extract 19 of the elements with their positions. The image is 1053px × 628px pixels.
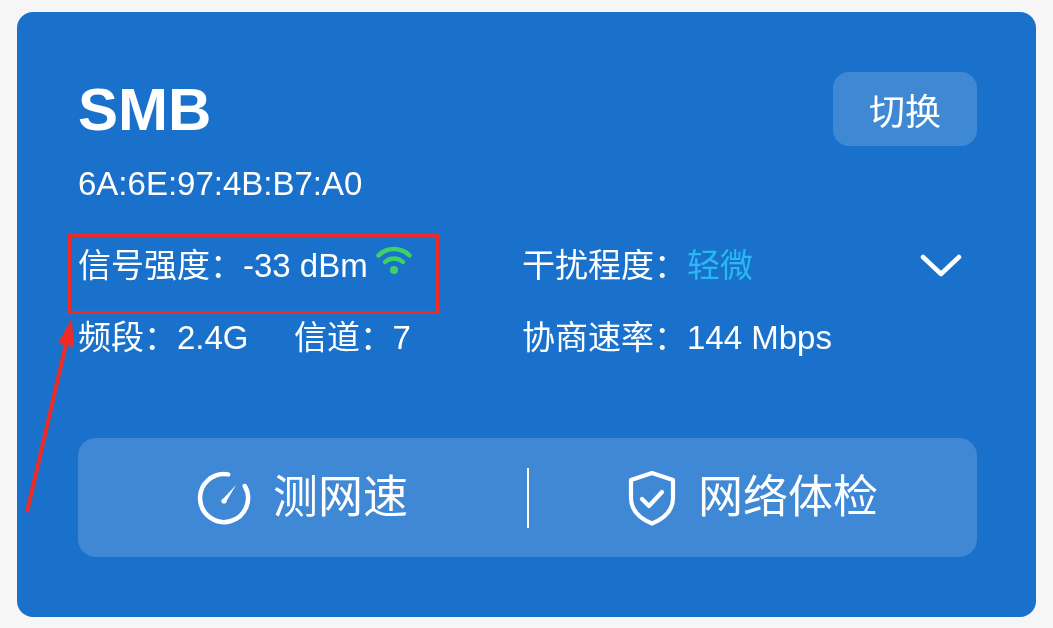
shield-check-icon [627, 469, 678, 526]
chevron-down-icon[interactable] [920, 254, 962, 278]
action-button[interactable]: 网络体检 [627, 468, 879, 527]
speedometer-icon [196, 469, 253, 526]
detail-label: 信道： [293, 318, 393, 358]
wifi-signal-icon [375, 245, 412, 275]
detail-label: 频段： [78, 318, 177, 358]
detail-label: 协商速率： [522, 318, 687, 358]
action-button[interactable]: 测网速 [196, 468, 409, 527]
detail-value: 7 [392, 318, 411, 358]
detail-label: 信号强度： [78, 246, 243, 286]
network-name: SMB [78, 75, 212, 145]
mac-address: 6A:6E:97:4B:B7:A0 [78, 165, 363, 203]
detail-value: -33 dBm [243, 246, 368, 286]
detail-value: 轻微 [687, 246, 753, 286]
detail-label: 干扰程度： [522, 246, 687, 286]
detail-value: 144 Mbps [687, 318, 832, 358]
switch-button[interactable]: 切换 [833, 72, 977, 146]
detail-value: 2.4G [177, 318, 249, 358]
